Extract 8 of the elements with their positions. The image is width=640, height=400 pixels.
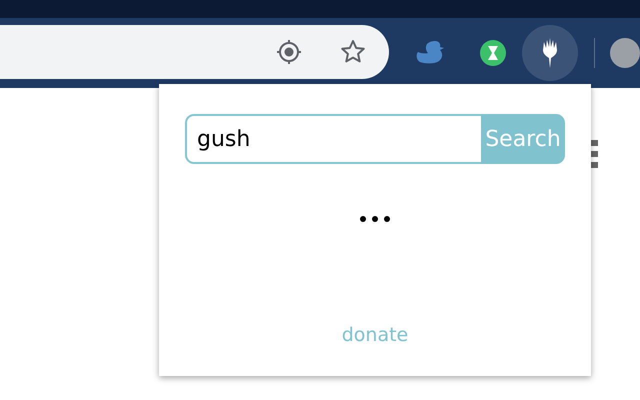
profile-avatar[interactable] bbox=[610, 38, 640, 68]
address-bar[interactable] bbox=[0, 25, 389, 79]
search-button[interactable]: Search bbox=[481, 114, 565, 164]
donate-link[interactable]: donate bbox=[342, 324, 408, 346]
location-icon[interactable] bbox=[275, 38, 303, 66]
search-field[interactable]: gush bbox=[185, 114, 481, 164]
hourglass-icon[interactable] bbox=[480, 40, 506, 66]
planeswalker-icon bbox=[540, 38, 560, 68]
